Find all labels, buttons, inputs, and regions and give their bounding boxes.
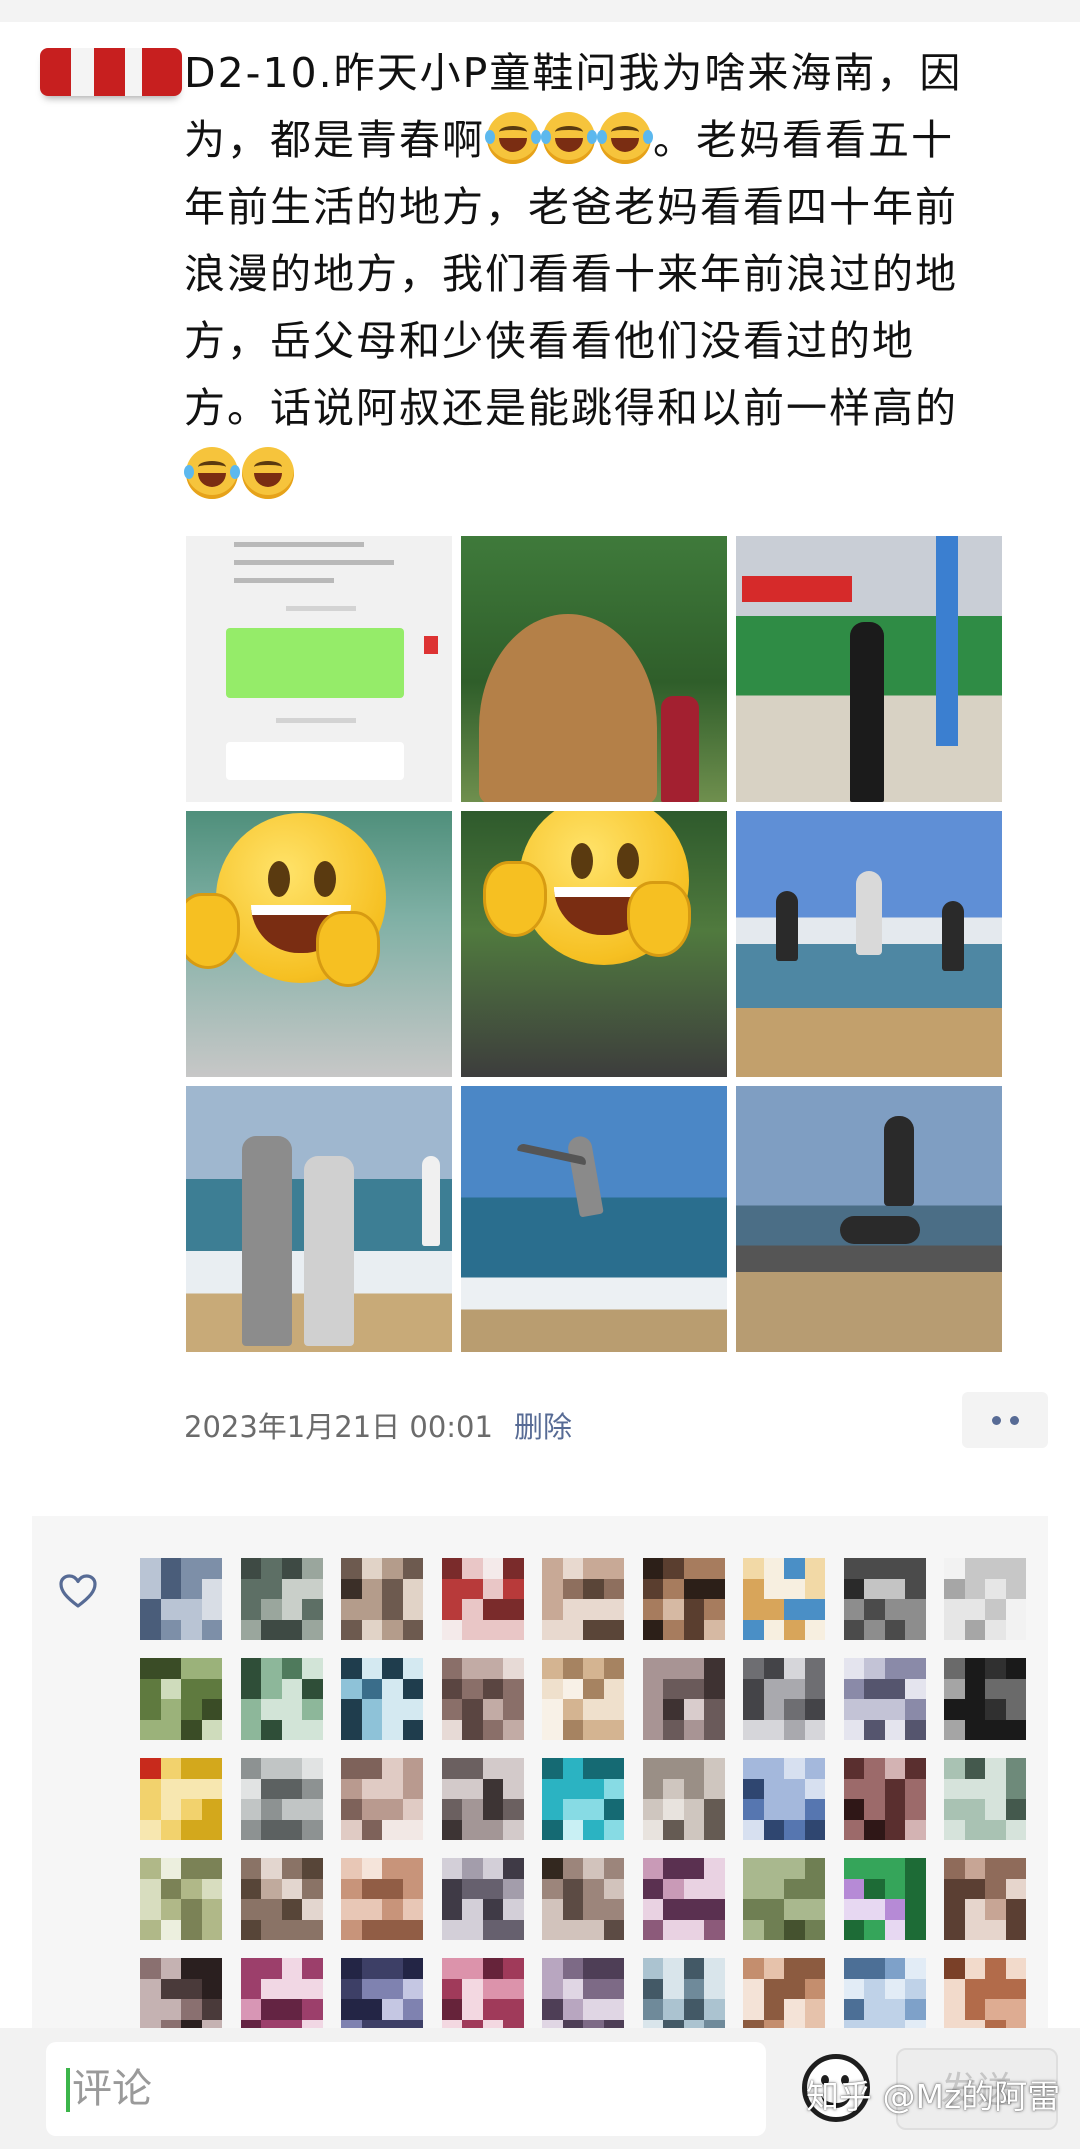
liker-avatar[interactable] (843, 1858, 926, 1940)
post-line: 方。话说阿叔还是能跳得和以前一样高的 (184, 384, 958, 432)
photo-rock-inscription[interactable] (461, 536, 727, 802)
liker-avatar[interactable] (944, 1558, 1026, 1640)
photo-covered-face-2[interactable] (461, 811, 727, 1077)
liker-avatar[interactable] (843, 1758, 926, 1840)
liker-avatar[interactable] (140, 1858, 222, 1940)
liker-avatar[interactable] (542, 1658, 624, 1740)
liker-avatar[interactable] (843, 1958, 926, 2028)
laugh-cry-emoji (485, 112, 541, 164)
post-line: 为，都是青春啊 。老妈看看五十 (184, 107, 1024, 174)
liker-avatar[interactable] (441, 1858, 524, 1940)
more-dots-icon[interactable] (962, 1392, 1048, 1448)
post-line-text: 。老妈看看五十 (653, 116, 954, 164)
post-line (184, 442, 1024, 509)
post-line: D2-10.昨天小P童鞋问我为啥来海南，因 (184, 49, 963, 97)
facepalm-emoji (242, 447, 294, 499)
post-line: 浪漫的地方，我们看看十来年前浪过的地 (184, 250, 958, 298)
liker-avatar[interactable] (743, 1758, 825, 1840)
liker-avatar[interactable] (542, 1758, 624, 1840)
liker-avatar[interactable] (441, 1958, 524, 2028)
liker-avatar[interactable] (341, 1558, 423, 1640)
comment-bar: 评论 发送 知乎 @Mz的阿雷 (0, 2028, 1080, 2149)
liker-avatar[interactable] (642, 1758, 725, 1840)
liker-avatar[interactable] (743, 1558, 825, 1640)
comment-input[interactable]: 评论 (46, 2042, 766, 2136)
photo-beach-couple[interactable] (186, 1086, 452, 1352)
moments-post-page: D2-10.昨天小P童鞋问我为啥来海南，因 为，都是青春啊 。老妈看看五十 年前生… (0, 0, 1080, 2149)
text-caret (66, 2068, 70, 2112)
comment-placeholder: 评论 (72, 2066, 152, 2112)
liker-avatar[interactable] (542, 1558, 624, 1640)
liker-avatar[interactable] (843, 1558, 926, 1640)
liker-avatar[interactable] (843, 1658, 926, 1740)
liker-avatar[interactable] (140, 1958, 222, 2028)
liker-avatar[interactable] (642, 1658, 725, 1740)
liker-avatar[interactable] (341, 1758, 423, 1840)
liker-avatar[interactable] (441, 1558, 524, 1640)
watermark: 知乎 @Mz的阿雷 (806, 2077, 1061, 2116)
liker-avatars (140, 1558, 1026, 2028)
photo-chat-screenshot[interactable] (186, 536, 452, 802)
liker-avatar[interactable] (441, 1658, 524, 1740)
liker-avatar[interactable] (240, 1758, 323, 1840)
liker-avatar[interactable] (642, 1558, 725, 1640)
post-line: 方，岳父母和少侠看看他们没看过的地 (184, 317, 915, 365)
post-line-text: 为，都是青春啊 (184, 116, 485, 164)
liker-avatar[interactable] (944, 1758, 1026, 1840)
liker-avatar[interactable] (944, 1958, 1026, 2028)
likes-panel (32, 1516, 1048, 2028)
heart-icon (59, 1574, 97, 1608)
photo-street-person[interactable] (736, 536, 1002, 802)
liker-avatar[interactable] (642, 1858, 725, 1940)
liker-avatar[interactable] (743, 1858, 825, 1940)
liker-avatar[interactable] (140, 1658, 222, 1740)
photo-covered-face-1[interactable] (186, 811, 452, 1077)
laugh-cry-emoji (597, 112, 653, 164)
liker-avatar[interactable] (944, 1858, 1026, 1940)
liker-avatar[interactable] (341, 1858, 423, 1940)
liker-avatar[interactable] (341, 1958, 423, 2028)
liker-avatar[interactable] (642, 1958, 725, 2028)
post-meta-row: 2023年1月21日 00:01 删除 (184, 1392, 1048, 1448)
avatar[interactable] (40, 48, 182, 96)
photo-grid (186, 536, 1002, 1352)
status-strip (0, 0, 1080, 22)
post-timestamp: 2023年1月21日 00:01 (184, 1410, 493, 1444)
photo-beach-jump-trio[interactable] (736, 811, 1002, 1077)
liker-avatar[interactable] (743, 1958, 825, 2028)
liker-avatar[interactable] (140, 1558, 222, 1640)
photo-rocks-jump[interactable] (736, 1086, 1002, 1352)
liker-avatar[interactable] (240, 1858, 323, 1940)
liker-avatar[interactable] (140, 1758, 222, 1840)
post-text: D2-10.昨天小P童鞋问我为啥来海南，因 为，都是青春啊 。老妈看看五十 年前生… (184, 40, 1024, 509)
liker-avatar[interactable] (944, 1658, 1026, 1740)
liker-avatar[interactable] (743, 1658, 825, 1740)
photo-beach-jump[interactable] (461, 1086, 727, 1352)
liker-avatar[interactable] (542, 1858, 624, 1940)
laugh-cry-emoji (541, 112, 597, 164)
laugh-cry-emoji (184, 447, 240, 499)
liker-avatar[interactable] (240, 1658, 323, 1740)
post-line: 年前生活的地方，老爸老妈看看四十年前 (184, 183, 958, 231)
delete-link[interactable]: 删除 (514, 1404, 572, 1446)
liker-avatar[interactable] (240, 1558, 323, 1640)
liker-avatar[interactable] (341, 1658, 423, 1740)
liker-avatar[interactable] (542, 1958, 624, 2028)
liker-avatar[interactable] (441, 1758, 524, 1840)
liker-avatar[interactable] (240, 1958, 323, 2028)
